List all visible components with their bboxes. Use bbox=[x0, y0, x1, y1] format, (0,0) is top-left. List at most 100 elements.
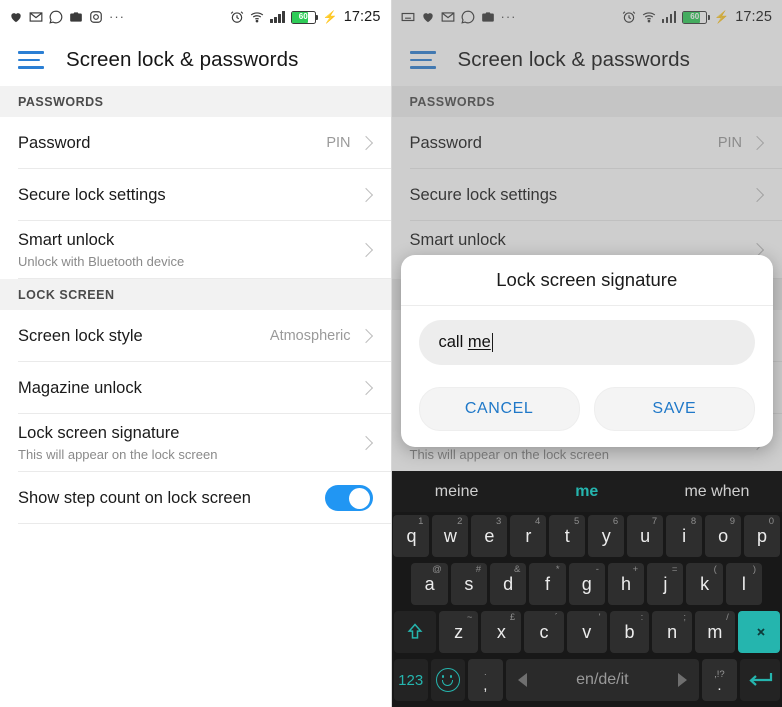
suggestion-item[interactable]: meine bbox=[392, 483, 522, 501]
key-label: i bbox=[682, 525, 687, 546]
period-key[interactable]: ,!?. bbox=[702, 659, 737, 701]
key-label: a bbox=[424, 573, 435, 594]
suggestion-item-active[interactable]: me bbox=[522, 483, 652, 501]
shift-arrow-icon[interactable] bbox=[393, 611, 436, 653]
numeric-mode-key[interactable]: 123 bbox=[393, 659, 428, 701]
key-h[interactable]: + h bbox=[607, 563, 645, 605]
chevron-right-icon bbox=[358, 187, 373, 203]
key-n[interactable]: ; n bbox=[652, 611, 692, 653]
list-item-show-step-count[interactable]: Show step count on lock screen bbox=[0, 472, 391, 524]
signature-input-text: call bbox=[438, 333, 468, 351]
key-hint: - bbox=[595, 564, 599, 575]
list-item-screen-lock-style[interactable]: Screen lock style Atmospheric bbox=[0, 310, 391, 362]
battery-icon: 60 bbox=[290, 10, 319, 24]
key-m[interactable]: / m bbox=[695, 611, 735, 653]
key-f[interactable]: * f bbox=[529, 563, 566, 605]
list-item-title: Secure lock settings bbox=[18, 185, 166, 204]
key-b[interactable]: :b bbox=[609, 611, 650, 653]
status-bar: ··· 60 ⚡ 17:25 bbox=[0, 0, 391, 34]
key-t[interactable]: 5t bbox=[549, 515, 586, 557]
list-item-secure-lock-settings[interactable]: Secure lock settings bbox=[0, 169, 391, 221]
key-label: m bbox=[707, 621, 723, 642]
key-label: u bbox=[640, 525, 651, 546]
enter-arrow-icon[interactable] bbox=[739, 659, 780, 701]
app-bar: Screen lock & passwords bbox=[0, 34, 391, 86]
list-item-magazine-unlock[interactable]: Magazine unlock bbox=[0, 362, 391, 414]
key-hint: ( bbox=[713, 564, 717, 575]
dual-screenshot-stage: ··· 60 ⚡ 17:25 Screen lock & passwords P… bbox=[0, 0, 782, 707]
charging-bolt-icon: ⚡ bbox=[322, 10, 338, 24]
signature-input[interactable]: call me bbox=[418, 320, 755, 365]
section-header-lock-screen: LOCK SCREEN bbox=[0, 279, 391, 310]
key-i[interactable]: 8i bbox=[666, 515, 703, 557]
right-panel: ··· 60 ⚡ 17:25 Screen lock & passwords P… bbox=[391, 0, 782, 707]
comma-key-label: , bbox=[483, 677, 488, 694]
battery-level-label: 60 bbox=[298, 12, 308, 21]
next-language-icon[interactable] bbox=[678, 673, 688, 687]
emoji-smiley-icon[interactable] bbox=[430, 659, 466, 701]
key-d[interactable]: & d bbox=[490, 563, 527, 605]
prev-language-icon[interactable] bbox=[517, 673, 527, 687]
comma-key[interactable]: ·, bbox=[468, 659, 503, 701]
space-key[interactable]: en/de/it bbox=[505, 659, 700, 701]
key-label: q bbox=[406, 525, 417, 546]
key-x[interactable]: £ x bbox=[481, 611, 522, 653]
key-label: v bbox=[582, 621, 592, 642]
key-label: d bbox=[503, 573, 514, 594]
text-caret bbox=[491, 333, 494, 352]
key-hint: £ bbox=[509, 612, 516, 623]
key-e[interactable]: 3e bbox=[471, 515, 508, 557]
key-hint: / bbox=[726, 612, 729, 623]
key-label: x bbox=[496, 621, 506, 642]
save-button[interactable]: SAVE bbox=[593, 387, 755, 431]
key-hint: # bbox=[475, 564, 482, 575]
list-item-lock-screen-signature[interactable]: Lock screen signature This will appear o… bbox=[0, 414, 391, 472]
key-r[interactable]: 4r bbox=[510, 515, 547, 557]
key-label: b bbox=[624, 621, 635, 642]
key-k[interactable]: (k bbox=[686, 563, 723, 605]
key-label: w bbox=[443, 525, 457, 546]
key-label: r bbox=[525, 525, 532, 546]
status-overflow-dots: ··· bbox=[109, 9, 125, 24]
alarm-icon bbox=[230, 10, 244, 24]
key-hint: ; bbox=[683, 612, 686, 623]
cancel-button[interactable]: CANCEL bbox=[418, 387, 580, 431]
backspace-icon[interactable] bbox=[737, 611, 780, 653]
suggestion-item[interactable]: me when bbox=[652, 483, 782, 501]
key-hint: 5 bbox=[573, 516, 580, 527]
key-c[interactable]: ´ c bbox=[524, 611, 564, 653]
key-a[interactable]: @ a bbox=[411, 563, 448, 605]
page-title: Screen lock & passwords bbox=[66, 48, 299, 71]
key-z[interactable]: ~ z bbox=[438, 611, 479, 653]
key-label: f bbox=[544, 573, 550, 594]
keyboard-row-1: 1q2w3e4r5t6y7u8i9o0p bbox=[392, 512, 782, 560]
key-g[interactable]: -g bbox=[568, 563, 605, 605]
key-y[interactable]: 6y bbox=[588, 515, 625, 557]
signal-bars-icon bbox=[270, 11, 285, 23]
key-s[interactable]: # s bbox=[450, 563, 488, 605]
key-hint: 7 bbox=[651, 516, 658, 527]
section-header-passwords: PASSWORDS bbox=[0, 86, 391, 117]
key-p[interactable]: 0p bbox=[744, 515, 781, 557]
key-l[interactable]: ) l bbox=[725, 563, 763, 605]
chevron-right-icon bbox=[358, 435, 373, 451]
key-q[interactable]: 1q bbox=[393, 515, 430, 557]
key-w[interactable]: 2w bbox=[432, 515, 469, 557]
key-v[interactable]: ' v bbox=[566, 611, 607, 653]
key-o[interactable]: 9o bbox=[705, 515, 742, 557]
camera-icon bbox=[69, 10, 83, 24]
key-label: l bbox=[741, 573, 746, 594]
key-label: y bbox=[601, 525, 611, 546]
instagram-icon bbox=[89, 10, 103, 24]
step-count-toggle[interactable] bbox=[324, 485, 373, 511]
key-u[interactable]: 7u bbox=[627, 515, 664, 557]
key-hint: 8 bbox=[690, 516, 697, 527]
on-screen-keyboard: meine me me when 1q2w3e4r5t6y7u8i9o0p @ a… bbox=[391, 471, 782, 707]
list-item-smart-unlock[interactable]: Smart unlock Unlock with Bluetooth devic… bbox=[0, 221, 391, 279]
keyboard-row-2: @ a # s & d * f - g + h = j(k) l bbox=[392, 560, 782, 608]
key-j[interactable]: = j bbox=[647, 563, 684, 605]
list-item-password[interactable]: Password PIN bbox=[0, 117, 391, 169]
key-label: j bbox=[663, 573, 668, 594]
list-item-title: Smart unlock bbox=[18, 230, 115, 249]
hamburger-menu-icon[interactable] bbox=[18, 51, 44, 69]
